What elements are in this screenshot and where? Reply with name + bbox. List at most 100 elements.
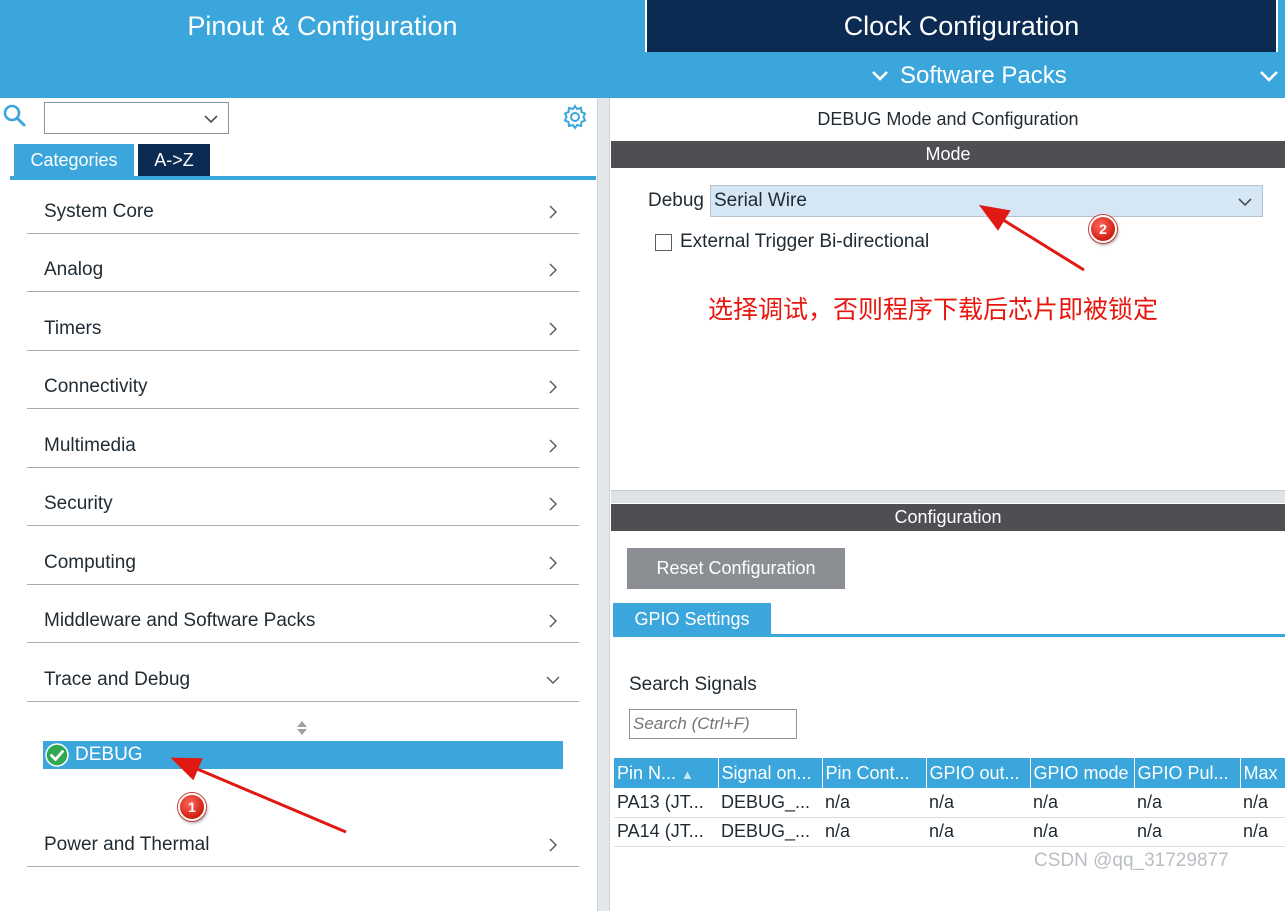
reset-configuration-button[interactable]: Reset Configuration bbox=[627, 548, 845, 589]
chevron-right-icon bbox=[549, 263, 557, 276]
table-cell: PA13 (JT... bbox=[614, 788, 718, 818]
secondary-toolbar bbox=[0, 52, 1285, 98]
column-header-pin-name[interactable]: Pin N... ▲ bbox=[614, 758, 719, 788]
annotation-marker-2: 2 bbox=[1089, 215, 1117, 243]
tab-pinout-configuration[interactable]: Pinout & Configuration bbox=[0, 0, 645, 52]
reset-configuration-label: Reset Configuration bbox=[656, 558, 816, 578]
chevron-down-icon bbox=[546, 676, 560, 684]
category-label: Trace and Debug bbox=[44, 668, 191, 690]
check-circle-icon bbox=[45, 743, 69, 767]
category-timers[interactable]: Timers bbox=[27, 307, 579, 351]
column-header-gpio-pull[interactable]: GPIO Pul... bbox=[1134, 758, 1241, 788]
table-cell: n/a bbox=[822, 817, 926, 847]
category-analog[interactable]: Analog bbox=[27, 248, 579, 292]
external-trigger-checkbox[interactable] bbox=[655, 233, 672, 251]
header-edge bbox=[1278, 0, 1285, 52]
sub-item-debug[interactable]: DEBUG bbox=[43, 741, 563, 769]
tab-categories[interactable]: Categories bbox=[14, 144, 134, 176]
annotation-arrow-2 bbox=[978, 204, 1085, 272]
debug-mode-select[interactable]: Serial Wire bbox=[710, 185, 1263, 217]
external-trigger-option[interactable]: External Trigger Bi-directional bbox=[655, 229, 929, 255]
table-cell: n/a bbox=[1030, 788, 1134, 818]
section-divider[interactable] bbox=[611, 490, 1285, 503]
debug-field-label: Debug bbox=[648, 187, 704, 215]
tab-underline bbox=[10, 176, 596, 180]
chevron-down-icon bbox=[1260, 71, 1278, 82]
category-label: Timers bbox=[44, 317, 102, 339]
annotation-marker-1: 1 bbox=[178, 793, 206, 821]
chevron-right-icon bbox=[549, 556, 557, 569]
table-cell: PA14 (JT... bbox=[614, 817, 718, 847]
category-label: Security bbox=[44, 492, 113, 514]
tab-clock-configuration[interactable]: Clock Configuration bbox=[647, 0, 1276, 52]
table-cell: n/a bbox=[1134, 788, 1240, 818]
software-packs-menu[interactable]: Software Packs bbox=[870, 60, 1067, 92]
tab-gpio-settings-label: GPIO Settings bbox=[634, 608, 750, 629]
column-header-gpio-mode[interactable]: GPIO mode bbox=[1030, 758, 1135, 788]
gear-icon[interactable] bbox=[562, 104, 588, 130]
chevron-down-icon bbox=[872, 71, 888, 81]
category-label: Multimedia bbox=[44, 434, 136, 456]
tab-categories-label: Categories bbox=[30, 149, 118, 170]
chevron-down-icon bbox=[1238, 198, 1252, 207]
category-label: Middleware and Software Packs bbox=[44, 609, 316, 631]
chevron-right-icon bbox=[549, 205, 557, 218]
category-connectivity[interactable]: Connectivity bbox=[27, 365, 579, 409]
table-cell: n/a bbox=[1240, 788, 1285, 818]
column-header-pin-context[interactable]: Pin Cont... bbox=[822, 758, 927, 788]
page-title: DEBUG Mode and Configuration bbox=[611, 102, 1285, 136]
category-trace-and-debug[interactable]: Trace and Debug bbox=[27, 658, 579, 702]
category-power-and-thermal[interactable]: Power and Thermal bbox=[27, 823, 579, 867]
search-signals-label-text: Search Signals bbox=[629, 674, 757, 695]
component-search-combobox[interactable] bbox=[44, 102, 229, 134]
category-multimedia[interactable]: Multimedia bbox=[27, 424, 579, 468]
category-middleware[interactable]: Middleware and Software Packs bbox=[27, 599, 579, 643]
table-cell: n/a bbox=[1134, 817, 1240, 847]
tab-a-to-z-label: A->Z bbox=[154, 149, 194, 170]
table-row[interactable]: PA13 (JT... DEBUG_... n/a n/a n/a n/a n/… bbox=[614, 788, 1285, 818]
gpio-table: Pin N... ▲ Signal on... Pin Cont... GPIO… bbox=[614, 758, 1285, 847]
page-title-text: DEBUG Mode and Configuration bbox=[817, 108, 1079, 129]
tab-underline bbox=[613, 634, 1285, 637]
category-label: Analog bbox=[44, 258, 104, 280]
watermark: CSDN @qq_31729877 bbox=[1034, 850, 1229, 871]
chevron-right-icon bbox=[549, 439, 557, 452]
table-cell: DEBUG_... bbox=[718, 817, 822, 847]
column-header-max[interactable]: Max bbox=[1240, 758, 1285, 788]
column-header-label: Pin N... bbox=[617, 762, 677, 783]
pane-splitter[interactable] bbox=[597, 98, 610, 911]
category-label: System Core bbox=[44, 200, 154, 222]
category-label: Power and Thermal bbox=[44, 833, 210, 855]
chevron-down-icon bbox=[204, 115, 218, 124]
table-cell: n/a bbox=[1030, 817, 1134, 847]
category-label: Connectivity bbox=[44, 375, 148, 397]
annotation-note: 选择调试，否则程序下载后芯片即被锁定 bbox=[708, 295, 1159, 324]
search-signals-input[interactable] bbox=[629, 709, 797, 739]
table-cell: n/a bbox=[926, 788, 1030, 818]
search-icon[interactable] bbox=[2, 103, 28, 129]
category-system-core[interactable]: System Core bbox=[27, 190, 579, 234]
table-header-row: Pin N... ▲ Signal on... Pin Cont... GPIO… bbox=[614, 758, 1285, 788]
table-cell: DEBUG_... bbox=[718, 788, 822, 818]
tab-gpio-settings[interactable]: GPIO Settings bbox=[613, 603, 771, 635]
debug-mode-value: Serial Wire bbox=[714, 190, 807, 211]
table-row[interactable]: PA14 (JT... DEBUG_... n/a n/a n/a n/a n/… bbox=[614, 817, 1285, 847]
chevron-right-icon bbox=[549, 614, 557, 627]
mode-section-label: Mode bbox=[925, 144, 971, 164]
configuration-section-label: Configuration bbox=[894, 507, 1002, 527]
configuration-section-header: Configuration bbox=[611, 504, 1285, 531]
table-cell: n/a bbox=[822, 788, 926, 818]
external-trigger-label: External Trigger Bi-directional bbox=[680, 231, 930, 252]
column-header-signal[interactable]: Signal on... bbox=[718, 758, 823, 788]
column-header-gpio-output[interactable]: GPIO out... bbox=[926, 758, 1031, 788]
toolbar-overflow-dropdown[interactable] bbox=[1258, 60, 1280, 92]
sort-icon[interactable] bbox=[294, 718, 310, 738]
sort-icon: ▲ bbox=[681, 766, 694, 782]
mode-section-header: Mode bbox=[611, 141, 1285, 168]
chevron-right-icon bbox=[549, 497, 557, 510]
tab-a-to-z[interactable]: A->Z bbox=[138, 144, 210, 176]
chevron-right-icon bbox=[549, 380, 557, 393]
search-signals-label: Search Signals bbox=[629, 672, 757, 698]
category-security[interactable]: Security bbox=[27, 482, 579, 526]
category-computing[interactable]: Computing bbox=[27, 541, 579, 585]
